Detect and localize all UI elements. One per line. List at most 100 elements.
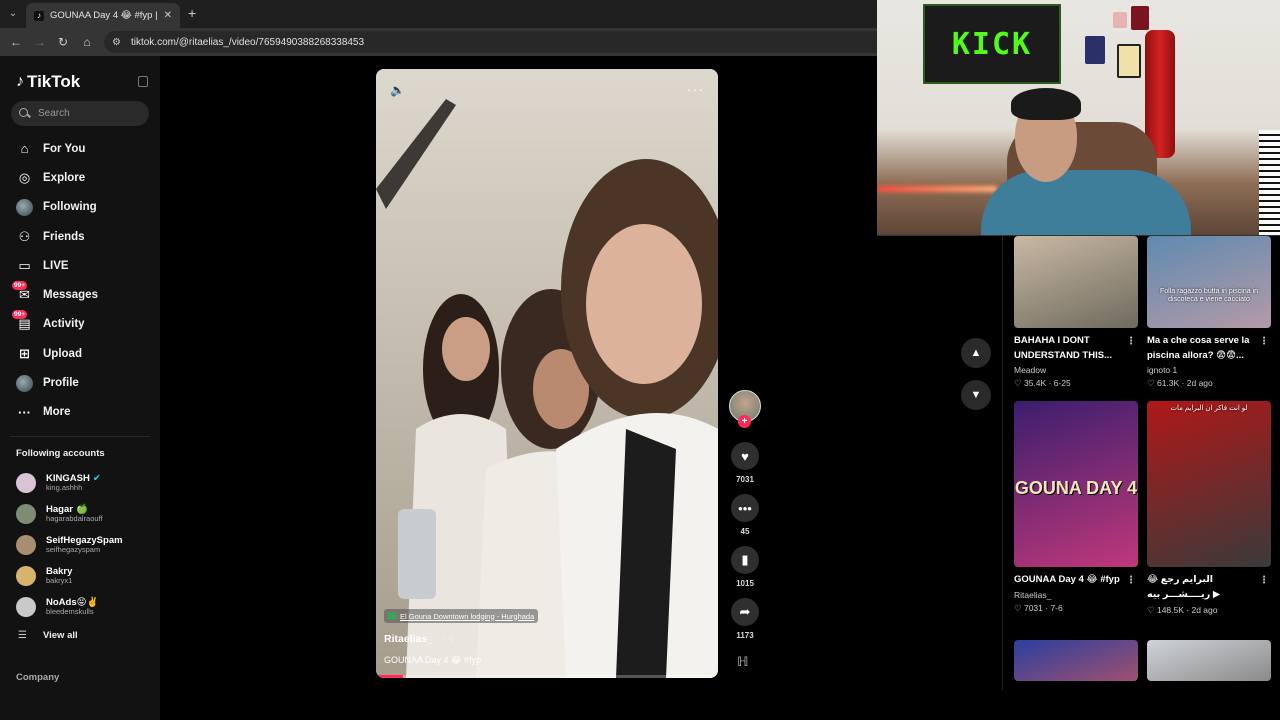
video-author[interactable]: Ritaelias_ · 7-6 — [384, 633, 454, 645]
next-video-button[interactable]: ▼ — [961, 380, 991, 410]
friends-icon: ⚇ — [18, 228, 31, 244]
video-caption: GOUNAA Day 4 😂 #fyp — [384, 655, 482, 665]
video-title-text: Ma a che cosa serve la piscina allora? 😨… — [1147, 335, 1250, 361]
account-handle: bakryx1 — [46, 575, 73, 585]
following-account[interactable]: KINGASH ✔ king.ashhh — [16, 468, 156, 499]
comment-action[interactable]: ••• 45 — [728, 494, 762, 536]
video-thumbnail[interactable] — [1014, 236, 1138, 328]
location-tag[interactable]: El Gouna Downtown lodging - Hurghada — [384, 609, 539, 623]
account-names: SeifHegazySpam seifhegazyspam — [46, 536, 123, 554]
tab-list-chevron-icon[interactable]: ⌄ — [4, 4, 22, 22]
nav-item-messages[interactable]: ✉ 99+ Messages — [0, 280, 160, 309]
card-menu-icon[interactable]: ⋮ — [1126, 573, 1136, 589]
video-player[interactable]: 🔈 ··· El Gouna Downtown lodging - Hurgha… — [376, 69, 718, 678]
nav-item-live[interactable]: ▭ LIVE — [0, 251, 160, 280]
following-account[interactable]: Bakry bakryx1 — [16, 560, 156, 591]
heart-icon[interactable]: ♥ — [731, 442, 759, 470]
like-count: 7031 — [736, 475, 754, 484]
music-disc-icon[interactable]: ℍ — [737, 654, 749, 670]
company-link[interactable]: Company — [16, 672, 59, 683]
following-account[interactable]: NoAds😝✌️ bleedemskulls — [16, 591, 156, 622]
nav-item-friends[interactable]: ⚇ Friends — [0, 222, 160, 251]
video-title-text: GOUNAA Day 4 😂 #fyp — [1014, 574, 1120, 585]
save-action[interactable]: ▮ 1015 — [728, 546, 762, 588]
video-card[interactable]: Folla ragazzo butta in piscina in discot… — [1147, 236, 1271, 389]
video-thumbnail[interactable]: Folla ragazzo butta in piscina in discot… — [1147, 236, 1271, 328]
video-card[interactable]: لو انت فاكر ان البرايم مات البرايم رجع 😂 … — [1147, 401, 1271, 616]
site-info-icon[interactable]: ⚙ — [112, 37, 121, 48]
video-stats: ♡ 35.4K · 6-25 — [1014, 378, 1071, 389]
share-action[interactable]: ➦ 1173 — [728, 598, 762, 640]
follow-plus-icon[interactable]: + — [738, 415, 751, 428]
home-button-icon[interactable]: ⌂ — [79, 34, 95, 50]
video-card[interactable]: GOUNA DAY 4 GOUNAA Day 4 😂 #fyp ⋮ Ritaelias… — [1014, 401, 1138, 614]
browser-tab[interactable]: ♪ GOUNAA Day 4 😂 #fyp | T ✕ — [26, 3, 180, 28]
search-box[interactable] — [11, 101, 149, 126]
feed-divider — [1002, 236, 1003, 690]
streamer-hair — [1011, 88, 1081, 120]
following-account[interactable]: Hagar 🍏 hagarabdalraouff — [16, 499, 156, 530]
channel-name[interactable]: ignoto 1 — [1147, 365, 1271, 375]
notification-badge: 99+ — [12, 309, 28, 319]
thumbnail-overlay-text: GOUNA DAY 4 — [1014, 478, 1138, 498]
channel-name[interactable]: Meadow — [1014, 365, 1138, 375]
nav-item-for-you[interactable]: ⌂ For You — [0, 134, 160, 163]
close-tab-icon[interactable]: ✕ — [164, 10, 172, 21]
video-card[interactable] — [1147, 640, 1271, 681]
video-thumbnail[interactable] — [1147, 640, 1271, 681]
nav-item-more[interactable]: ··· More — [0, 398, 160, 427]
forward-arrow-icon[interactable]: → — [32, 34, 48, 50]
verified-badge-icon: ✔ — [92, 473, 101, 485]
account-handle: king.ashhh — [46, 483, 83, 493]
collapse-sidebar-icon[interactable] — [138, 76, 148, 87]
nav-label: Messages — [43, 289, 98, 302]
video-card[interactable]: BAHAHA I DONT UNDERSTAND THIS... ⋮ Meadow ♡… — [1014, 236, 1138, 389]
video-progress-bar[interactable] — [376, 675, 718, 678]
author-name: Ritaelias_ — [384, 633, 434, 645]
comment-icon[interactable]: ••• — [731, 494, 759, 522]
back-arrow-icon[interactable]: ← — [8, 34, 24, 50]
card-menu-icon[interactable]: ⋮ — [1126, 334, 1136, 350]
nav-label: Explore — [43, 171, 86, 184]
reload-icon[interactable]: ↻ — [55, 34, 71, 50]
tiktok-logo[interactable]: ♪ TikTok — [16, 72, 80, 92]
video-thumbnail[interactable] — [1014, 640, 1138, 681]
new-tab-button[interactable]: + — [188, 5, 196, 21]
nav-item-profile[interactable]: Profile — [0, 368, 160, 397]
card-menu-icon[interactable]: ⋮ — [1259, 334, 1269, 350]
notification-badge: 99+ — [12, 280, 28, 290]
nav-item-upload[interactable]: ⊞ Upload — [0, 339, 160, 368]
save-count: 1015 — [736, 579, 754, 588]
share-count: 1173 — [736, 631, 754, 640]
view-all-button[interactable]: ☰ View all — [18, 630, 78, 641]
nav-item-activity[interactable]: ▤ 99+ Activity — [0, 309, 160, 339]
video-title[interactable]: Ma a che cosa serve la piscina allora? 😨… — [1147, 334, 1271, 363]
like-action[interactable]: ♥ 7031 — [728, 442, 762, 484]
url-text: tiktok.com/@ritaelias_/video/76594903882… — [130, 36, 365, 48]
account-handle: seifhegazyspam — [46, 545, 101, 555]
video-card[interactable] — [1014, 640, 1138, 681]
following-account[interactable]: SeifHegazySpam seifhegazyspam — [16, 530, 156, 561]
live-icon: ▭ — [18, 257, 31, 273]
nav-avatar — [16, 198, 33, 216]
video-title[interactable]: GOUNAA Day 4 😂 #fyp ⋮ — [1014, 573, 1138, 588]
chevron-up-icon: ▲ — [970, 347, 982, 359]
nav-item-explore[interactable]: ◎ Explore — [0, 163, 160, 192]
volume-icon[interactable]: 🔈 — [390, 83, 405, 97]
video-title[interactable]: البرايم رجع 😂 ريــــشـــر بيه ▶ ⋮ — [1147, 573, 1271, 602]
bookmark-icon[interactable]: ▮ — [731, 546, 759, 574]
activity-icon: ▤ 99+ — [12, 309, 31, 332]
card-menu-icon[interactable]: ⋮ — [1259, 573, 1269, 589]
share-icon[interactable]: ➦ — [731, 598, 759, 626]
nav-item-following[interactable]: Following — [0, 193, 160, 222]
video-title[interactable]: BAHAHA I DONT UNDERSTAND THIS... ⋮ — [1014, 334, 1138, 363]
search-input[interactable] — [38, 108, 138, 119]
channel-name[interactable]: Ritaelias_ — [1014, 590, 1138, 600]
video-thumbnail[interactable]: لو انت فاكر ان البرايم مات — [1147, 401, 1271, 567]
video-frame — [376, 69, 718, 678]
more-options-icon[interactable]: ··· — [687, 81, 704, 97]
video-stats: ♡ 148.5K · 2d ago — [1147, 605, 1218, 616]
previous-video-button[interactable]: ▲ — [961, 338, 991, 368]
video-thumbnail[interactable]: GOUNA DAY 4 — [1014, 401, 1138, 567]
tab-title: GOUNAA Day 4 😂 #fyp | T — [50, 10, 160, 21]
